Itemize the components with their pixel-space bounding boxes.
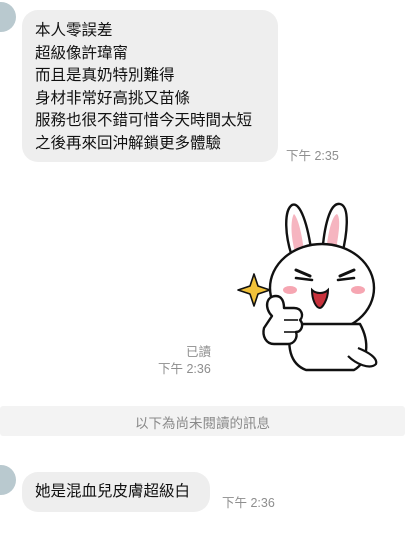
sender-avatar[interactable]: [0, 2, 16, 32]
message-line: 本人零誤差: [35, 21, 113, 39]
sticker-image[interactable]: [236, 196, 386, 376]
message-line: 超級像許瑋甯: [35, 43, 129, 62]
message-line: 服務也很不錯可惜今天時間太短: [35, 111, 253, 129]
message-timestamp: 下午 2:36: [222, 496, 275, 510]
message-line: 之後再來回沖解鎖更多體驗: [35, 133, 222, 152]
message-bubble[interactable]: 本人零誤差 超級像許瑋甯 而且是真奶特別難得 身材非常好高挑又苗條 服務也很不錯…: [22, 10, 278, 162]
message-line: 身材非常好高挑又苗條: [35, 88, 191, 107]
sender-avatar[interactable]: [0, 465, 16, 495]
message-bubble[interactable]: 她是混血兒皮膚超級白: [22, 472, 210, 512]
message-timestamp: 下午 2:36: [158, 362, 211, 376]
cony-rabbit-thumbs-up-sticker-icon: [237, 202, 378, 372]
message-timestamp: 下午 2:35: [286, 149, 339, 163]
unread-divider: 以下為尚未閱讀的訊息: [0, 406, 405, 436]
message-line: 而且是真奶特別難得: [35, 66, 175, 84]
message-line: 她是混血兒皮膚超級白: [35, 482, 191, 500]
unread-divider-label: 以下為尚未閱讀的訊息: [135, 416, 270, 432]
